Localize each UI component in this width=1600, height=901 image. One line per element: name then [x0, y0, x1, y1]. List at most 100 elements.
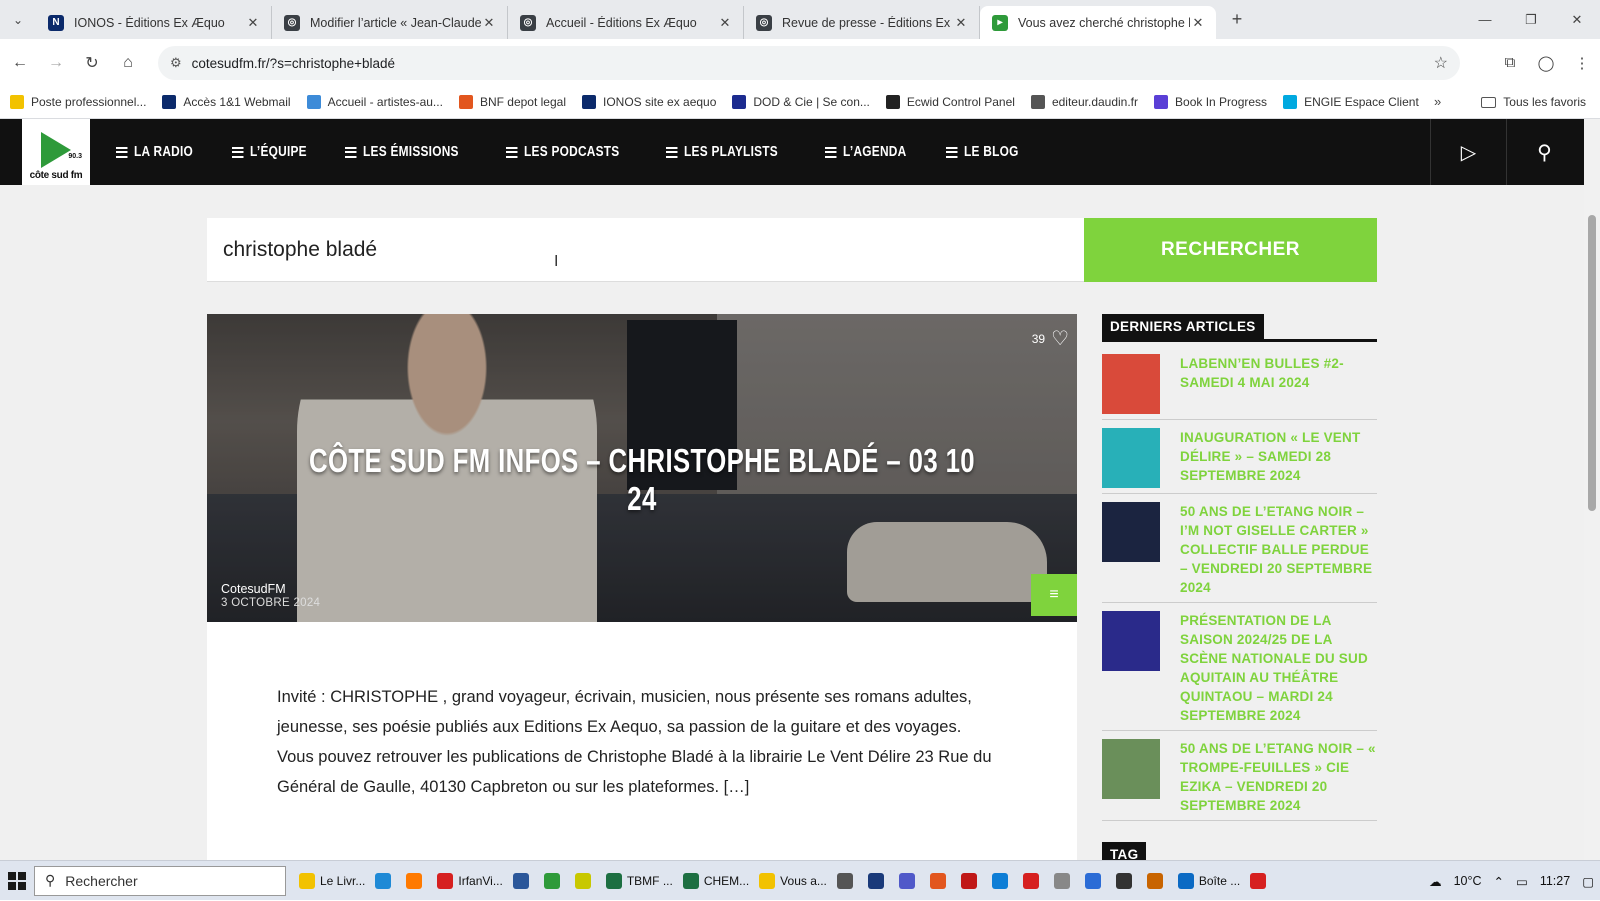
taskbar-app[interactable]	[539, 861, 570, 901]
article-item[interactable]: INAUGURATION « LE VENT DÉLIRE » – SAMEDI…	[1102, 428, 1377, 494]
all-bookmarks-folder[interactable]: Tous les favoris	[1481, 95, 1586, 109]
article-item[interactable]: PRÉSENTATION DE LA SAISON 2024/25 DE LA …	[1102, 611, 1377, 731]
address-bar[interactable]: ⚙ cotesudfm.fr/?s=christophe+bladé ☆	[158, 46, 1460, 80]
taskbar-search[interactable]: ⚲ Rechercher	[34, 865, 286, 896]
article-thumbnail[interactable]	[1102, 502, 1160, 562]
article-item[interactable]: LABENN’EN BULLES #2- SAMEDI 4 MAI 2024	[1102, 354, 1377, 420]
tray-overflow-icon[interactable]: ⌃	[1494, 874, 1504, 889]
notifications-icon[interactable]: ▢	[1582, 874, 1594, 889]
article-thumbnail[interactable]	[1102, 739, 1160, 799]
article-title[interactable]: 50 ANS DE L’ETANG NOIR – « TROMPE-FEUILL…	[1180, 739, 1377, 815]
taskbar-app[interactable]	[925, 861, 956, 901]
post-title[interactable]: CÔTE SUD FM INFOS – CHRISTOPHE BLADÉ – 0…	[303, 442, 982, 518]
browser-tab[interactable]: ◎ Revue de presse - Éditions Ex Æ ✕	[744, 6, 980, 39]
bookmark-item[interactable]: Accès 1&1 Webmail	[162, 95, 291, 109]
close-tab-icon[interactable]: ✕	[953, 15, 969, 31]
search-button[interactable]: RECHERCHER	[1084, 218, 1377, 282]
taskbar-app[interactable]	[1245, 861, 1276, 901]
menu-item[interactable]: LES PLAYLISTS	[666, 144, 778, 160]
bookmark-item[interactable]: Poste professionnel...	[10, 95, 146, 109]
search-icon[interactable]: ⚲	[1506, 119, 1582, 185]
minimize-icon[interactable]: —	[1462, 0, 1508, 39]
menu-item[interactable]: LE BLOG	[946, 144, 1019, 160]
bookmark-item[interactable]: Ecwid Control Panel	[885, 95, 1015, 109]
forward-icon[interactable]: →	[40, 47, 72, 79]
bookmark-item[interactable]: BNF depot legal	[458, 95, 566, 109]
menu-kebab-icon[interactable]: ⋮	[1564, 54, 1600, 72]
menu-item[interactable]: LES ÉMISSIONS	[345, 144, 459, 160]
taskbar-app[interactable]	[832, 861, 863, 901]
browser-tab[interactable]: ◎ Accueil - Éditions Ex Æquo ✕	[508, 6, 744, 39]
taskbar-app[interactable]	[401, 861, 432, 901]
bookmark-item[interactable]: Book In Progress	[1154, 95, 1267, 109]
article-title[interactable]: 50 ANS DE L’ETANG NOIR – I’M NOT GISELLE…	[1180, 502, 1377, 597]
article-thumbnail[interactable]	[1102, 428, 1160, 488]
likes-counter[interactable]: 39 ♡	[1032, 326, 1069, 351]
browser-tab[interactable]: ◎ Modifier l’article « Jean-Claude ✕	[272, 6, 508, 39]
taskbar-app[interactable]	[508, 861, 539, 901]
taskbar-app[interactable]	[1080, 861, 1111, 901]
taskbar-app[interactable]	[1049, 861, 1080, 901]
taskbar-app[interactable]	[570, 861, 601, 901]
bookmark-item[interactable]: DOD & Cie | Se con...	[732, 95, 870, 109]
bookmark-item[interactable]: ENGIE Espace Client	[1283, 95, 1419, 109]
article-item[interactable]: 50 ANS DE L’ETANG NOIR – I’M NOT GISELLE…	[1102, 502, 1377, 603]
play-icon[interactable]: ▷	[1430, 119, 1506, 185]
extensions-icon[interactable]: ⧉	[1492, 54, 1528, 71]
reload-icon[interactable]: ↻	[76, 47, 108, 79]
taskbar-app[interactable]: Le Livr...	[294, 861, 370, 901]
clock[interactable]: 11:27	[1540, 874, 1570, 888]
page-scrollbar[interactable]	[1584, 119, 1600, 860]
menu-item[interactable]: LES PODCASTS	[505, 144, 619, 160]
taskbar-app[interactable]: TBMF ...	[601, 861, 678, 901]
article-title[interactable]: INAUGURATION « LE VENT DÉLIRE » – SAMEDI…	[1180, 428, 1377, 485]
bookmark-star-icon[interactable]: ☆	[1434, 53, 1448, 73]
menu-item[interactable]: L’ÉQUIPE	[231, 144, 307, 160]
new-tab-button[interactable]: +	[1222, 9, 1252, 30]
close-tab-icon[interactable]: ✕	[245, 15, 261, 31]
close-window-icon[interactable]: ✕	[1554, 0, 1600, 39]
taskbar-app[interactable]	[987, 861, 1018, 901]
taskbar-app[interactable]	[956, 861, 987, 901]
article-item[interactable]: 50 ANS DE L’ETANG NOIR – « TROMPE-FEUILL…	[1102, 739, 1377, 821]
post-format-icon[interactable]: ≡	[1031, 574, 1077, 616]
weather-temp[interactable]: 10°C	[1454, 874, 1482, 888]
article-thumbnail[interactable]	[1102, 611, 1160, 671]
search-input[interactable]	[207, 218, 1083, 281]
browser-tab[interactable]: ▸ Vous avez cherché christophe b ✕	[980, 6, 1216, 39]
menu-item[interactable]: LA RADIO	[116, 144, 193, 160]
taskbar-app[interactable]: Boîte ...	[1173, 861, 1245, 901]
taskbar-app[interactable]	[894, 861, 925, 901]
browser-tab[interactable]: N IONOS - Éditions Ex Æquo ✕	[36, 6, 272, 39]
close-tab-icon[interactable]: ✕	[481, 15, 497, 31]
article-title[interactable]: PRÉSENTATION DE LA SAISON 2024/25 DE LA …	[1180, 611, 1377, 725]
taskbar-app[interactable]: IrfanVi...	[432, 861, 507, 901]
post-hero-image[interactable]: CÔTE SUD FM INFOS – CHRISTOPHE BLADÉ – 0…	[207, 314, 1077, 622]
close-tab-icon[interactable]: ✕	[1190, 15, 1206, 31]
site-info-icon[interactable]: ⚙	[170, 55, 182, 71]
start-button[interactable]	[0, 861, 34, 901]
taskbar-app[interactable]: CHEM...	[678, 861, 754, 901]
weather-icon[interactable]: ☁	[1429, 874, 1442, 889]
taskbar-app[interactable]	[1018, 861, 1049, 901]
taskbar-app[interactable]: Vous a...	[754, 861, 832, 901]
address-url[interactable]: cotesudfm.fr/?s=christophe+bladé	[192, 56, 395, 71]
post-author[interactable]: CotesudFM	[221, 582, 286, 596]
back-icon[interactable]: ←	[4, 47, 36, 79]
taskbar-app[interactable]	[863, 861, 894, 901]
article-thumbnail[interactable]	[1102, 354, 1160, 414]
heart-icon[interactable]: ♡	[1051, 326, 1069, 351]
site-logo[interactable]: 90.3 côte sud fm	[22, 119, 90, 185]
tab-search-icon[interactable]: ⌄	[0, 0, 36, 39]
taskbar-app[interactable]	[370, 861, 401, 901]
bookmarks-overflow-icon[interactable]: »	[1434, 94, 1441, 109]
profile-icon[interactable]: ◯	[1528, 54, 1564, 72]
home-icon[interactable]: ⌂	[112, 47, 144, 79]
article-title[interactable]: LABENN’EN BULLES #2- SAMEDI 4 MAI 2024	[1180, 354, 1377, 392]
bookmark-item[interactable]: Accueil - artistes-au...	[306, 95, 443, 109]
bookmark-item[interactable]: IONOS site ex aequo	[582, 95, 716, 109]
scrollbar-thumb[interactable]	[1588, 215, 1596, 511]
bookmark-item[interactable]: editeur.daudin.fr	[1030, 95, 1138, 109]
taskbar-app[interactable]	[1142, 861, 1173, 901]
menu-item[interactable]: L’AGENDA	[824, 144, 906, 160]
